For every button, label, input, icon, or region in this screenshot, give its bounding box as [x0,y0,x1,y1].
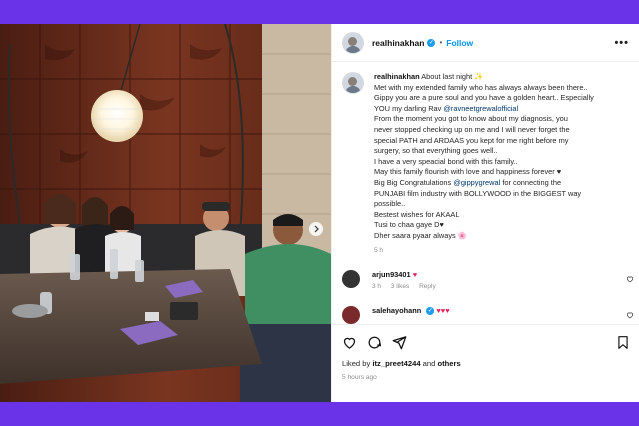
post-header: realhinakhan ✓ • Follow ••• [332,24,639,62]
caption-line: YOU my darling Rav [374,103,442,113]
comment-time: 3 h [372,283,382,291]
bookmark-icon[interactable] [616,335,630,350]
caption-time[interactable]: 5 h [374,246,630,257]
avatar[interactable] [342,31,364,54]
follow-button[interactable]: Follow [446,38,473,48]
share-icon[interactable] [392,335,407,350]
caption-line: Gippy you are a pure soul and you have a… [374,93,594,103]
heart-icon[interactable] [626,275,634,283]
caption-line: May this family flourish with love and h… [374,167,562,177]
username-link[interactable]: realhinakhan [372,38,424,48]
verified-icon: ✓ [427,38,436,47]
comment-body: salehayohann ✓ ♥♥♥ [372,306,450,324]
mention-link[interactable]: @gippygrewal [453,178,500,187]
comment-text: ♥♥♥ [436,306,450,316]
comments-scroll-area[interactable]: realhinakhan About last night ✨ Met with… [332,62,639,324]
group-photo-illustration [0,24,331,402]
caption-line: Big Big Congratulations [374,177,452,187]
heart-icon[interactable] [342,335,357,350]
comment-likes[interactable]: 3 likes [391,283,409,290]
list-item: salehayohann ✓ ♥♥♥ [332,306,639,324]
reply-button[interactable]: Reply [419,283,436,290]
comment-username[interactable]: salehayohann [372,306,421,315]
verified-icon: ✓ [426,307,435,316]
avatar[interactable] [342,72,364,94]
list-item: arjun93401 ♥ 3 h 3 likes Reply [332,270,639,290]
mention-link[interactable]: @ravneetgrewalofficial [443,104,518,113]
caption-line: possible.. [374,199,406,209]
caption-line: surgery, so that everything goes well.. [374,146,498,156]
caption-line: Dher saara pyaar always 🌸 [374,230,468,240]
caption-line: Met with my extended family who has alwa… [374,82,588,92]
caption-line: Tusi to chaa gaye D♥ [374,220,444,230]
caption-line: PUNJABI film industry with BOLLYWOOD in … [374,188,582,198]
caption-username[interactable]: realhinakhan [374,72,420,81]
caption-line: I have a very speacial bond with this fa… [374,156,518,166]
caption-line: Bestest wishes for AKAAL [374,209,460,219]
caption-line: From the moment you got to know about my… [374,114,568,124]
liked-by-others[interactable]: others [437,359,460,368]
action-bar [332,325,639,351]
post-modal: realhinakhan ✓ • Follow ••• realhinakhan… [0,24,639,402]
next-arrow-icon[interactable] [309,222,323,236]
avatar[interactable] [342,306,360,324]
liked-by-prefix: Liked by [342,359,371,368]
post-actions: Liked by itz_preet4244 and others 5 hour… [332,324,639,402]
avatar[interactable] [342,270,360,289]
caption-text: realhinakhan About last night ✨ Met with… [374,72,630,256]
more-options-button[interactable]: ••• [614,37,629,49]
caption-line: for connecting the [502,177,562,187]
caption-line: special PATH and ARDAAS you kept for me … [374,135,569,145]
separator-dot: • [439,38,443,47]
heart-icon[interactable] [626,311,634,319]
post-photo[interactable] [0,24,331,402]
caption: realhinakhan About last night ✨ Met with… [332,62,639,256]
liked-by-user[interactable]: itz_preet4244 [372,359,420,368]
post-detail-panel: realhinakhan ✓ • Follow ••• realhinakhan… [331,24,639,402]
caption-line: never stopped checking up on me and I wi… [374,124,570,134]
posted-ago[interactable]: 5 hours ago [332,368,639,381]
liked-by-text: Liked by itz_preet4244 and others [332,351,639,368]
liked-by-and: and [422,359,436,368]
comment-body: arjun93401 ♥ 3 h 3 likes Reply [372,270,444,290]
comment-username[interactable]: arjun93401 [372,270,411,279]
comment-icon[interactable] [367,335,382,350]
caption-line: About last night ✨ [421,72,484,81]
comment-text: ♥ [412,270,418,280]
